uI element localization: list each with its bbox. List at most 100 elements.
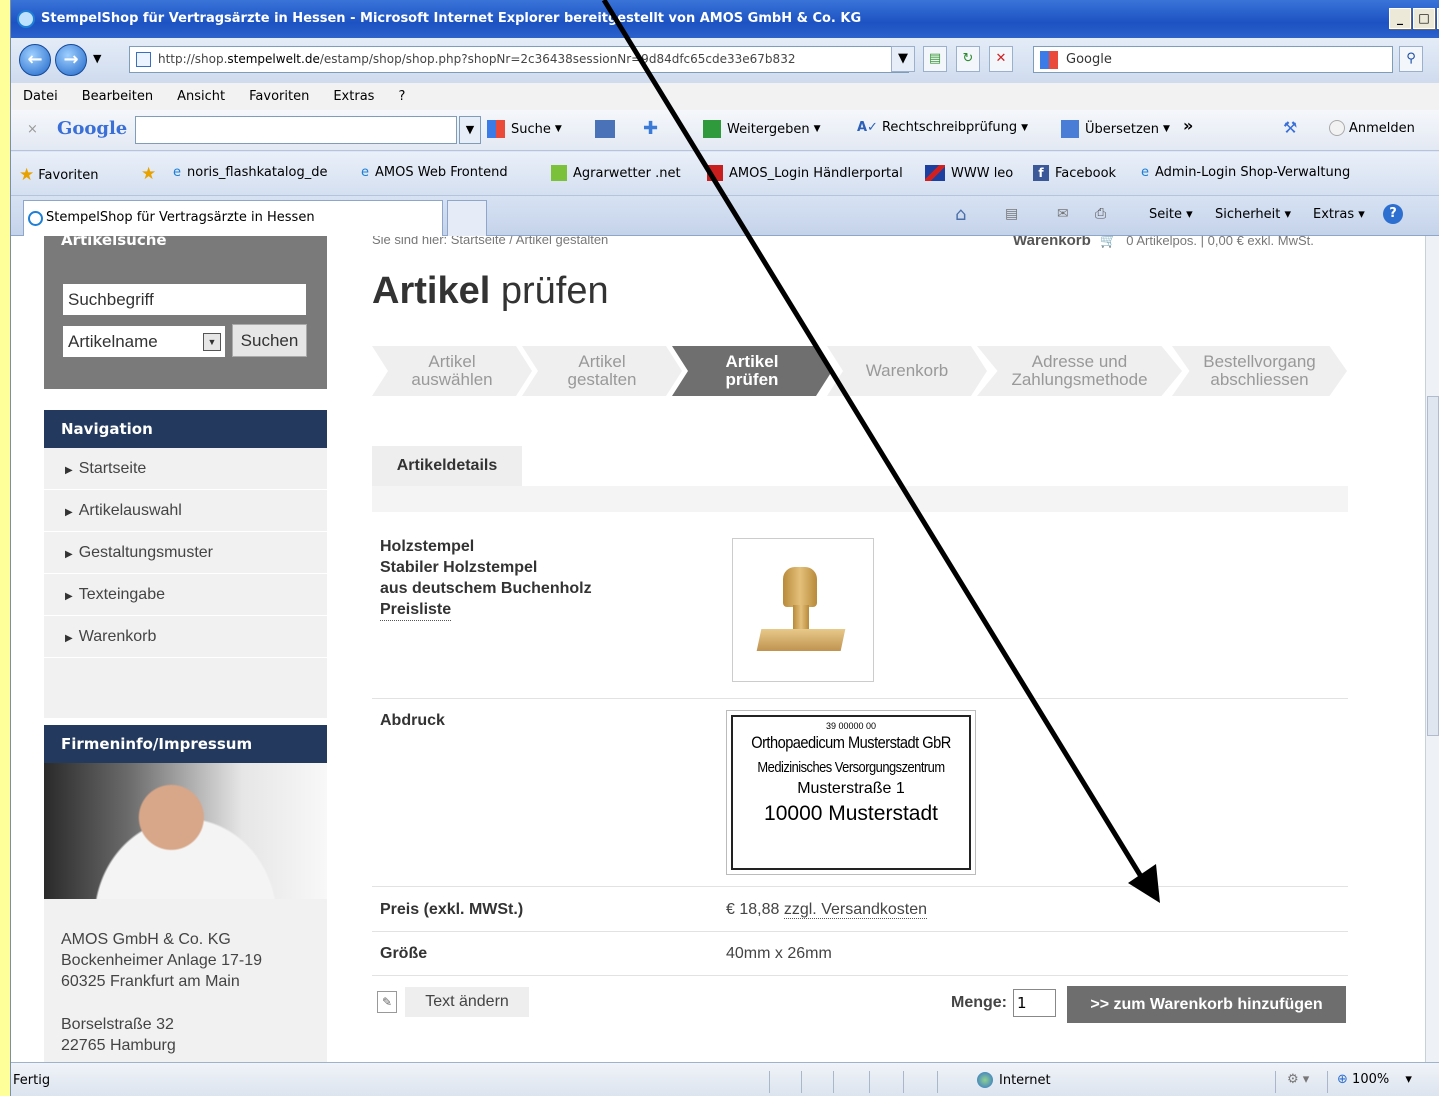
caret-right-icon: ▶: [65, 549, 73, 560]
step-warenkorb[interactable]: Warenkorb: [827, 346, 987, 396]
new-tab-button[interactable]: [447, 200, 487, 236]
wrench-icon[interactable]: ⚒: [1283, 118, 1297, 137]
sidebar-item-startseite[interactable]: ▶ Startseite: [44, 448, 327, 490]
security-zone[interactable]: Internet: [977, 1072, 1051, 1088]
stamp-line: 39 00000 00: [825, 721, 877, 731]
favorite-label: AMOS Web Frontend: [375, 165, 508, 180]
protected-mode-icon[interactable]: ⚙ ▾: [1287, 1072, 1309, 1087]
cart-icon: 🛒: [1100, 236, 1117, 248]
vertical-scrollbar[interactable]: [1425, 236, 1439, 1062]
menu-extras[interactable]: Extras: [333, 83, 374, 110]
sidebar-item-label: Artikelauswahl: [78, 502, 182, 519]
scrollbar-thumb[interactable]: [1427, 396, 1439, 736]
refresh-icon[interactable]: ↻: [956, 46, 980, 72]
browser-tab[interactable]: StempelShop für Vertragsärzte in Hessen: [23, 200, 443, 236]
google-icon: [1040, 51, 1058, 69]
mail-icon[interactable]: ✉: [1057, 206, 1069, 222]
favorite-item[interactable]: WWW leo: [925, 165, 1013, 181]
step-artikel-gestalten[interactable]: Artikel gestalten: [522, 346, 682, 396]
menu-help[interactable]: ?: [398, 83, 405, 110]
step-adresse-zahlung[interactable]: Adresse und Zahlungsmethode: [977, 346, 1182, 396]
step-bestellvorgang[interactable]: Bestellvorgang abschliessen: [1172, 346, 1347, 396]
help-icon[interactable]: ?: [1383, 204, 1403, 224]
address-field[interactable]: http://shop.stempelwelt.de/estamp/shop/s…: [129, 46, 909, 73]
tab-artikeldetails[interactable]: Artikeldetails: [372, 446, 522, 486]
stop-icon[interactable]: ✕: [989, 46, 1013, 72]
url-dropdown-icon[interactable]: ▼: [891, 46, 915, 72]
print-icon[interactable]: ⎙: [1095, 206, 1106, 222]
maximize-button[interactable]: □: [1413, 8, 1435, 29]
signin-button[interactable]: Anmelden: [1329, 120, 1415, 136]
favorite-label: WWW leo: [951, 165, 1014, 181]
translate-button[interactable]: Übersetzen ▼: [1061, 120, 1170, 138]
search-button[interactable]: Suchen: [232, 324, 307, 357]
caret-right-icon: ▶: [65, 465, 73, 476]
extras-menu[interactable]: Extras ▾: [1313, 207, 1365, 222]
home-icon[interactable]: ⌂: [955, 204, 966, 225]
cart-summary[interactable]: Warenkorb 🛒 0 Artikelpos. | 0,00 € exkl.…: [1013, 236, 1314, 249]
favorite-item[interactable]: Agrarwetter .net: [551, 165, 681, 181]
page-menu[interactable]: Seite ▾: [1149, 207, 1193, 222]
spellcheck-button[interactable]: A✓ Rechtschreibprüfung ▼: [857, 120, 1028, 135]
tab-underline: [372, 486, 1348, 512]
status-separator: [1327, 1071, 1328, 1093]
status-separator: [1275, 1071, 1276, 1093]
search-input[interactable]: Suchbegriff: [62, 283, 307, 316]
breadcrumb: Sie sind hier: Startseite / Artikel gest…: [372, 236, 609, 247]
compatibility-icon[interactable]: ▤: [923, 46, 947, 72]
add-favorite-icon[interactable]: ★: [141, 164, 156, 184]
history-dropdown-icon[interactable]: ▼: [93, 52, 101, 65]
forward-button[interactable]: →: [55, 44, 87, 76]
plus-icon[interactable]: ✚: [643, 118, 658, 139]
favorite-item[interactable]: f Facebook: [1033, 165, 1116, 181]
sidebar-item-texteingabe[interactable]: ▶ Texteingabe: [44, 574, 327, 616]
menu-favoriten[interactable]: Favoriten: [249, 83, 309, 110]
size-label: Größe: [380, 945, 428, 962]
more-toolbar-button[interactable]: »: [1183, 116, 1193, 135]
product-line: Stabiler Holzstempel: [380, 559, 538, 576]
divider: [372, 698, 1348, 699]
stamp-base: [756, 629, 846, 651]
share-button[interactable]: Weitergeben ▼: [703, 120, 821, 138]
minimize-button[interactable]: _: [1389, 8, 1411, 29]
feeds-icon[interactable]: ▤: [1005, 206, 1018, 222]
search-icon[interactable]: ⚲: [1399, 46, 1423, 72]
sidebar-item-gestaltungsmuster[interactable]: ▶ Gestaltungsmuster: [44, 532, 327, 574]
title-bar: StempelShop für Vertragsärzte in Hessen …: [11, 0, 1439, 38]
step-artikel-auswaehlen[interactable]: Artikel auswählen: [372, 346, 532, 396]
add-to-cart-button[interactable]: >> zum Warenkorb hinzufügen: [1067, 986, 1346, 1023]
sidebar-item-artikelauswahl[interactable]: ▶ Artikelauswahl: [44, 490, 327, 532]
edit-icon[interactable]: ✎: [377, 991, 397, 1013]
google-search-button[interactable]: Suche ▼: [487, 120, 562, 138]
security-menu[interactable]: Sicherheit ▾: [1215, 207, 1291, 222]
favorite-item[interactable]: e noris_flashkatalog_de: [173, 165, 328, 180]
globe-icon: [977, 1072, 993, 1088]
menu-ansicht[interactable]: Ansicht: [177, 83, 225, 110]
favorite-item[interactable]: e AMOS Web Frontend: [361, 165, 508, 180]
product-line: Holzstempel: [380, 538, 475, 555]
step-artikel-pruefen[interactable]: Artikel prüfen: [672, 346, 832, 396]
back-button[interactable]: ←: [19, 44, 51, 76]
close-toolbar-icon[interactable]: ×: [27, 122, 38, 137]
google-toolbar-search-input[interactable]: [135, 116, 457, 144]
address-toolbar: ← → ▼ http://shop.stempelwelt.de/estamp/…: [11, 38, 1439, 83]
zoom-control[interactable]: ⊕ 100% ▾: [1337, 1072, 1412, 1087]
google-search-icon: [487, 120, 505, 138]
favorites-button[interactable]: ★ Favoriten: [19, 165, 98, 185]
shipping-link[interactable]: zzgl. Versandkosten: [783, 901, 928, 919]
favorite-item[interactable]: AMOS_Login Händlerportal: [707, 165, 903, 181]
status-separator: [937, 1071, 938, 1093]
google-search-dropdown-icon[interactable]: ▼: [459, 116, 481, 144]
sidebar-item-warenkorb[interactable]: ▶ Warenkorb: [44, 616, 327, 658]
menu-bearbeiten[interactable]: Bearbeiten: [82, 83, 153, 110]
price-list-link[interactable]: Preisliste: [380, 599, 452, 621]
browser-search-field[interactable]: Google: [1033, 46, 1393, 73]
quantity-input[interactable]: 1: [1013, 989, 1056, 1017]
bookmark-icon[interactable]: [595, 120, 615, 138]
search-category-select[interactable]: Artikelname ▼: [62, 325, 226, 358]
edit-text-button[interactable]: Text ändern: [405, 987, 529, 1017]
menu-datei[interactable]: Datei: [23, 83, 58, 110]
divider: [372, 975, 1348, 976]
favorite-item[interactable]: e Admin-Login Shop-Verwaltung: [1141, 165, 1350, 180]
facebook-icon: f: [1033, 165, 1049, 181]
